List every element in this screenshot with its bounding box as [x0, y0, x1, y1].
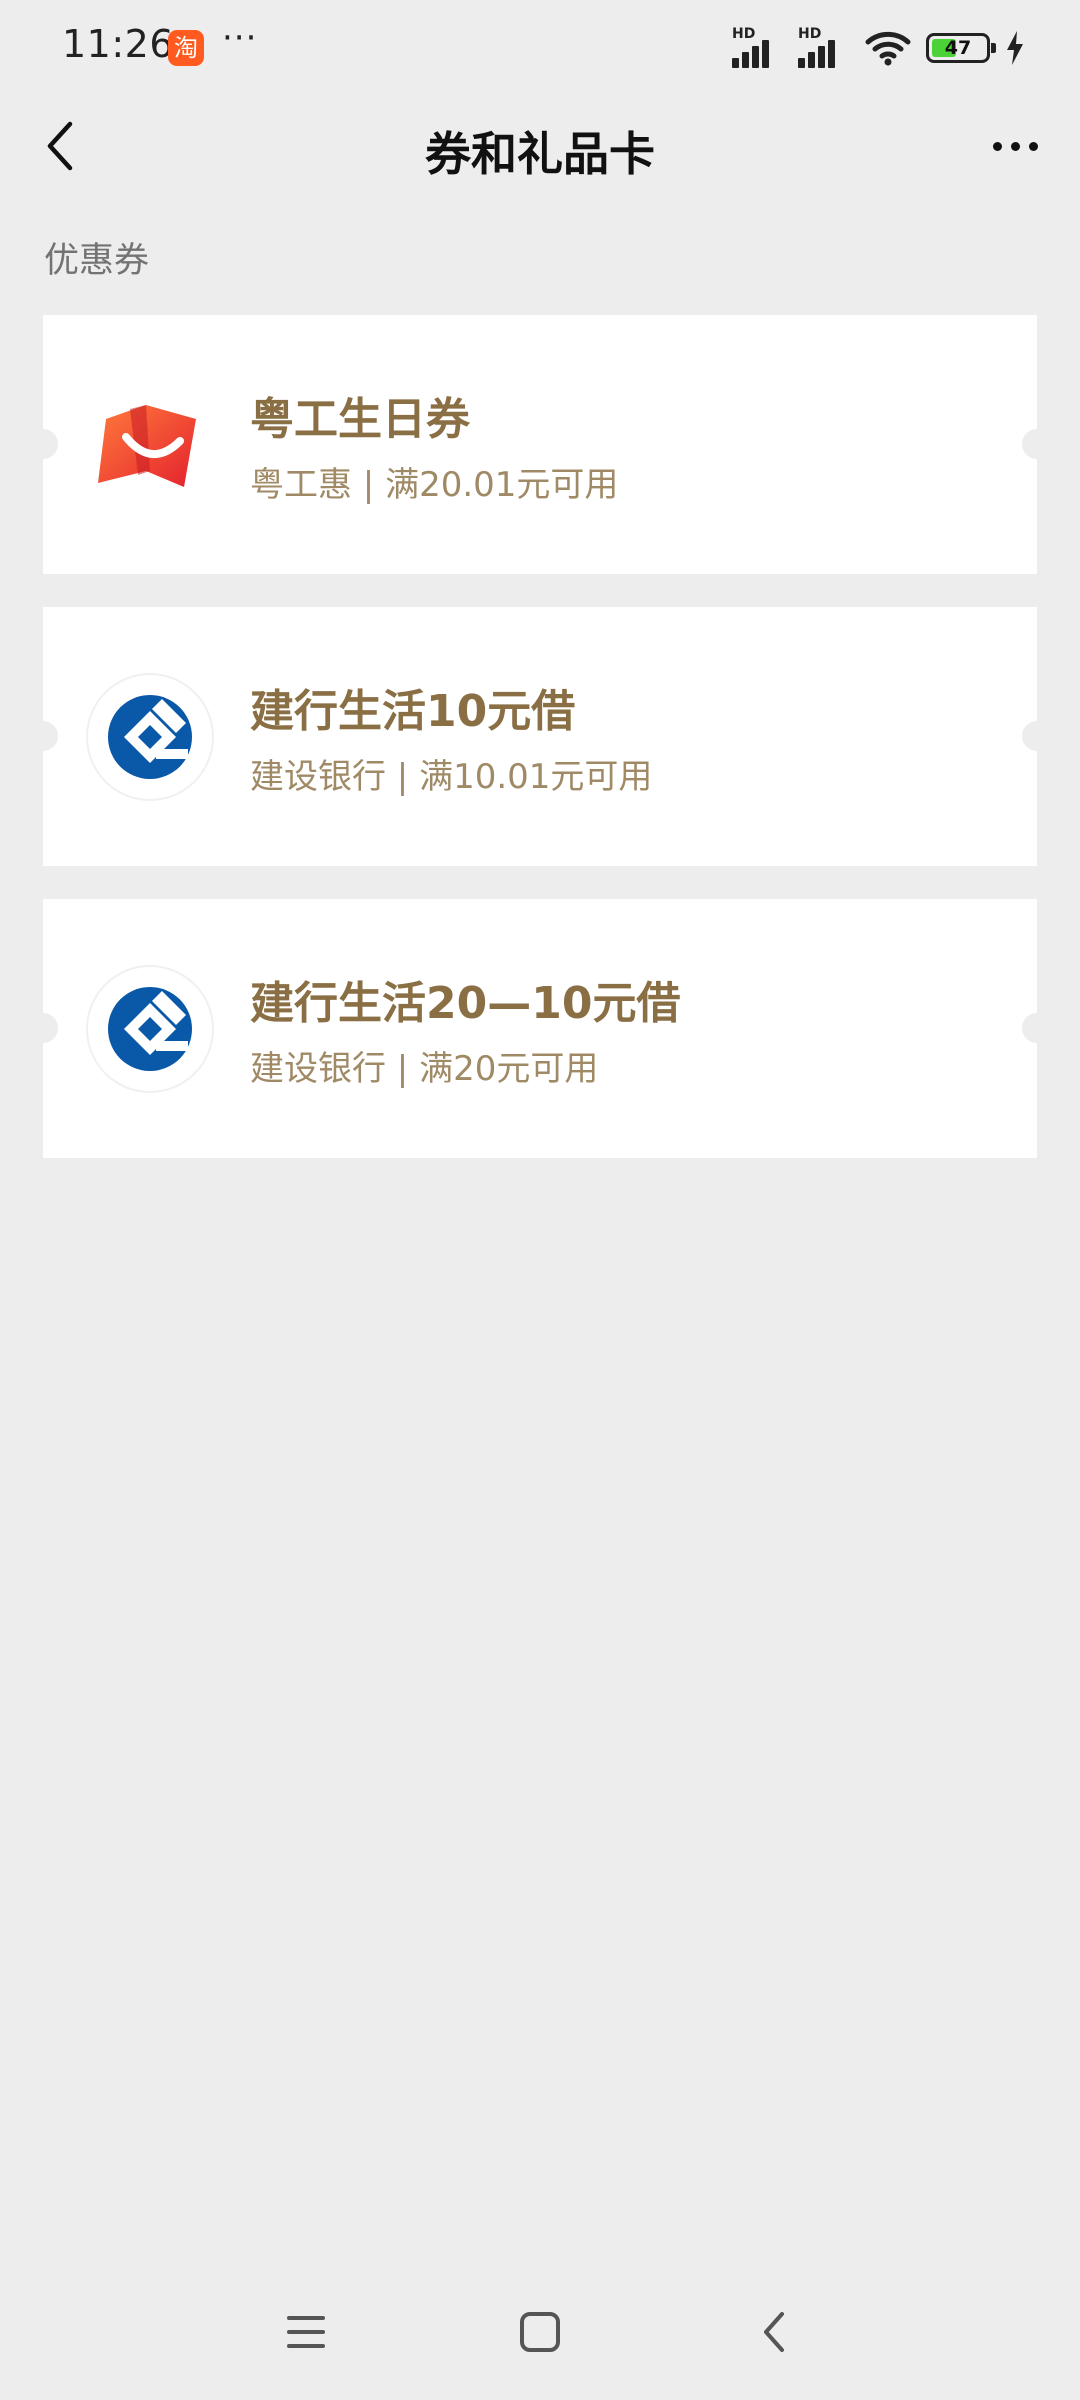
coupon-card[interactable]: 建行生活20—10元借 建设银行 | 满20元可用: [28, 899, 1052, 1158]
nav-bar: 券和礼品卡: [0, 96, 1080, 196]
signal-icon: HD: [732, 26, 784, 68]
system-back-button[interactable]: [744, 2302, 804, 2362]
page-title: 券和礼品卡: [425, 127, 655, 181]
coupon-title: 粤工生日券: [250, 394, 470, 445]
status-bar: 11:26 淘 ··· HD HD 47: [0, 0, 1080, 96]
status-icons: HD HD 47: [732, 26, 1026, 68]
coupon-card[interactable]: 粤工生日券 粤工惠 | 满20.01元可用: [28, 315, 1052, 574]
system-nav-bar: [0, 2280, 1080, 2380]
yuegonghui-logo-icon: [88, 383, 212, 507]
back-icon: [764, 2312, 784, 2352]
ccb-logo-icon: [88, 675, 212, 799]
more-horizontal-icon: [992, 141, 1002, 151]
status-time: 11:26: [62, 22, 175, 66]
notification-more-indicator: ···: [222, 18, 258, 58]
wifi-icon: [865, 31, 911, 66]
coupon-desc: 建设银行 | 满20元可用: [250, 1049, 599, 1089]
taobao-app-icon: 淘: [168, 30, 204, 66]
coupon-list: 粤工生日券 粤工惠 | 满20.01元可用 建行生活10元借 建设银行 | 满1…: [28, 315, 1052, 1191]
coupon-desc: 建设银行 | 满10.01元可用: [250, 757, 653, 797]
coupon-title: 建行生活20—10元借: [250, 978, 681, 1029]
more-button[interactable]: [980, 116, 1050, 176]
home-button[interactable]: [510, 2302, 570, 2362]
coupon-title: 建行生活10元借: [250, 686, 576, 737]
menu-icon: [287, 2316, 325, 2348]
battery-icon: 47: [926, 33, 996, 63]
ccb-logo-icon: [88, 967, 212, 1091]
signal-icon: HD: [798, 26, 850, 68]
charging-icon: [1007, 31, 1023, 65]
battery-level: 47: [944, 37, 972, 59]
menu-button[interactable]: [276, 2302, 336, 2362]
coupon-desc: 粤工惠 | 满20.01元可用: [250, 465, 619, 505]
home-icon: [520, 2312, 560, 2352]
section-label-coupons: 优惠券: [44, 241, 150, 281]
coupon-card[interactable]: 建行生活10元借 建设银行 | 满10.01元可用: [28, 607, 1052, 866]
